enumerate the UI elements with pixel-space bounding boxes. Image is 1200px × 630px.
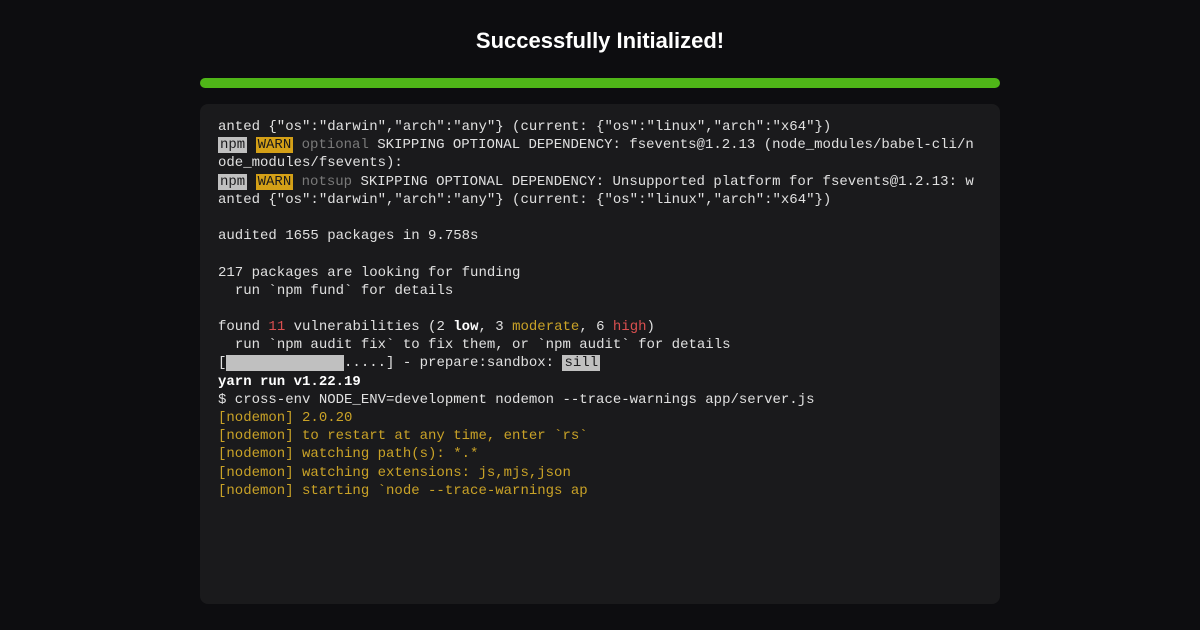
terminal-line: audited 1655 packages in 9.758s bbox=[218, 228, 478, 244]
page-title: Successfully Initialized! bbox=[476, 28, 724, 54]
terminal-line: anted {"os":"darwin","arch":"any"} (curr… bbox=[218, 119, 831, 135]
terminal-line: 217 packages are looking for funding bbox=[218, 265, 520, 281]
yarn-version: yarn run v1.22.19 bbox=[218, 374, 361, 390]
terminal-line: run `npm fund` for details bbox=[218, 283, 453, 299]
npm-badge: npm bbox=[218, 137, 247, 153]
progress-dots: ..... bbox=[344, 355, 386, 371]
sill-badge: sill bbox=[562, 355, 600, 371]
nodemon-line: [nodemon] watching extensions: js,mjs,js… bbox=[218, 465, 571, 481]
terminal-line: , 3 bbox=[478, 319, 512, 335]
terminal-line: found bbox=[218, 319, 268, 335]
progress-text: ] - prepare:sandbox: bbox=[386, 355, 562, 371]
terminal-output[interactable]: anted {"os":"darwin","arch":"any"} (curr… bbox=[200, 104, 1000, 604]
low-label: low bbox=[453, 319, 478, 335]
notsup-label: notsup bbox=[302, 174, 352, 190]
terminal-line: run `npm audit fix` to fix them, or `npm… bbox=[218, 337, 731, 353]
nodemon-line: [nodemon] 2.0.20 bbox=[218, 410, 352, 426]
npm-badge: npm bbox=[218, 174, 247, 190]
nodemon-line: [nodemon] to restart at any time, enter … bbox=[218, 428, 588, 444]
warn-badge: WARN bbox=[256, 174, 294, 190]
nodemon-line: [nodemon] watching path(s): *.* bbox=[218, 446, 478, 462]
vuln-count: 11 bbox=[268, 319, 285, 335]
terminal-command: $ cross-env NODE_ENV=development nodemon… bbox=[218, 392, 815, 408]
progress-bar bbox=[200, 78, 1000, 88]
optional-label: optional bbox=[302, 137, 369, 153]
warn-badge: WARN bbox=[256, 137, 294, 153]
terminal-line: , 6 bbox=[579, 319, 613, 335]
moderate-label: moderate bbox=[512, 319, 579, 335]
terminal-line: vulnerabilities (2 bbox=[285, 319, 453, 335]
progress-filled bbox=[226, 355, 344, 371]
terminal-line: ) bbox=[647, 319, 655, 335]
nodemon-line: [nodemon] starting `node --trace-warning… bbox=[218, 483, 588, 499]
high-label: high bbox=[613, 319, 647, 335]
